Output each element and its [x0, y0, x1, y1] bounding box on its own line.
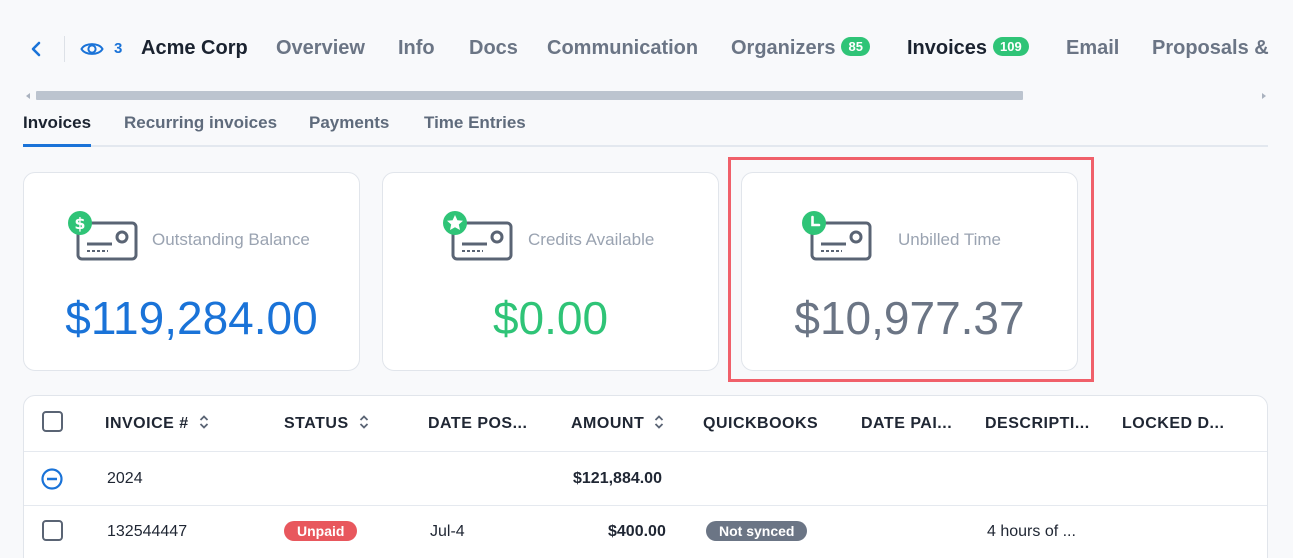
sort-icon[interactable] [359, 415, 369, 429]
client-name: Acme Corp [141, 37, 248, 59]
client-top-nav: 3 Acme Corp Overview Info Docs Communica… [0, 28, 1293, 72]
subtab-invoices[interactable]: Invoices [23, 113, 92, 147]
subtab-payments[interactable]: Payments [309, 113, 389, 133]
card-value: $119,284.00 [65, 292, 318, 344]
header-label: STATUS [284, 415, 349, 432]
header-label: AMOUNT [571, 415, 645, 432]
invoice-star-icon [443, 211, 513, 261]
scroll-right-arrow[interactable] [1262, 93, 1266, 99]
header-quickbooks[interactable]: QUICKBOOKS [703, 415, 818, 433]
viewer-count: 3 [114, 40, 123, 57]
invoice-dollar-icon: $ [68, 211, 138, 261]
outstanding-balance-card: $ Outstanding Balance $119,284.00 [23, 172, 360, 371]
header-invoice-number[interactable]: INVOICE # [105, 415, 209, 433]
scroll-left-arrow[interactable] [26, 93, 30, 99]
header-status[interactable]: STATUS [284, 415, 369, 433]
row-divider [24, 451, 1267, 452]
credits-available-card: Credits Available $0.00 [382, 172, 719, 371]
date-posted: Jul-4 [430, 523, 465, 540]
tab-overview[interactable]: Overview [276, 37, 365, 60]
tab-info[interactable]: Info [398, 37, 435, 60]
eye-icon[interactable] [80, 39, 104, 59]
invoice-number[interactable]: 132544447 [107, 523, 187, 541]
header-label: INVOICE # [105, 415, 189, 432]
invoice-description: 4 hours of ... [987, 523, 1076, 540]
invoice-amount: $400.00 [608, 523, 666, 540]
row-checkbox[interactable] [42, 520, 63, 541]
sort-icon[interactable] [654, 415, 664, 429]
nav-divider [64, 36, 65, 62]
header-locked-date[interactable]: LOCKED D... [1122, 415, 1224, 433]
tab-communication[interactable]: Communication [547, 37, 698, 60]
tab-invoices[interactable]: Invoices 109 [907, 37, 1029, 60]
tab-invoices-label: Invoices [907, 37, 988, 59]
card-value: $0.00 [492, 292, 609, 344]
select-all-checkbox[interactable] [42, 411, 63, 432]
card-label: Credits Available [528, 230, 655, 249]
sort-icon[interactable] [199, 415, 209, 429]
svg-text:$: $ [74, 214, 85, 233]
card-label: Outstanding Balance [152, 230, 310, 249]
tabs-scrollbar[interactable] [26, 90, 1266, 102]
tab-proposals[interactable]: Proposals & [1152, 37, 1269, 60]
group-amount: $121,884.00 [573, 470, 662, 487]
header-date-paid[interactable]: DATE PAI... [861, 415, 952, 433]
chevron-left-icon [31, 41, 41, 57]
status-badge: Unpaid [284, 521, 358, 541]
collapse-group-icon[interactable] [41, 468, 63, 490]
quickbooks-status-badge: Not synced [706, 521, 808, 541]
tab-organizers[interactable]: Organizers 85 [731, 37, 870, 60]
header-amount[interactable]: AMOUNT [571, 415, 664, 433]
row-divider [24, 505, 1267, 506]
back-button[interactable] [26, 38, 46, 60]
tab-docs[interactable]: Docs [469, 37, 518, 60]
invoices-table: INVOICE # STATUS DATE POS... AMOUNT QUIC… [23, 395, 1268, 558]
scrollbar-thumb[interactable] [36, 91, 1023, 100]
invoices-count-badge: 109 [993, 37, 1029, 56]
header-date-posted[interactable]: DATE POS... [428, 415, 527, 433]
tab-organizers-label: Organizers [731, 37, 836, 59]
organizers-count-badge: 85 [841, 37, 870, 56]
tab-email[interactable]: Email [1066, 37, 1119, 60]
subtab-time-entries[interactable]: Time Entries [424, 113, 526, 133]
highlight-box [728, 157, 1094, 382]
group-year: 2024 [107, 470, 143, 487]
subtab-recurring-invoices[interactable]: Recurring invoices [124, 113, 277, 133]
header-description[interactable]: DESCRIPTI... [985, 415, 1090, 433]
invoice-subtabs: Invoices Recurring invoices Payments Tim… [23, 113, 1268, 147]
